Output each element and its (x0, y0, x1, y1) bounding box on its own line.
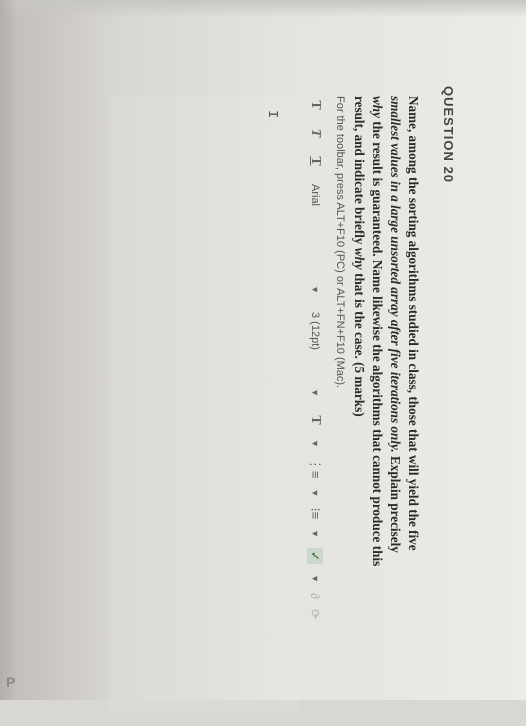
toolbar-hint: For the toolbar, press ALT+F10 (PC) or A… (334, 96, 346, 389)
p-mark: P (6, 674, 16, 690)
chevron-down-icon: ▼ (310, 439, 320, 448)
chevron-down-icon: ▼ (310, 529, 320, 539)
chevron-down-icon: ▼ (310, 285, 320, 294)
italic-button[interactable]: T (307, 124, 323, 142)
question-text-part: Name, among the sorting algorithms studi… (406, 96, 421, 551)
question-pane: QUESTION 20 Name, among the sorting algo… (96, 78, 456, 718)
underline-button[interactable]: T (307, 152, 323, 170)
font-family-select[interactable]: Arial ▼ (307, 180, 323, 298)
chevron-down-icon: ▼ (310, 488, 320, 498)
question-text-part: that is the case. (5 marks) (352, 269, 367, 417)
chevron-down-icon: ▼ (310, 574, 320, 583)
text-cursor-icon: I (264, 110, 280, 119)
numbered-list-icon[interactable]: ⁝≡ (307, 507, 323, 519)
question-text-part: why (370, 96, 385, 118)
font-size-value: 3 (12pt) (309, 312, 321, 350)
question-line: result, and indicate briefly why that is… (350, 96, 368, 726)
question-text-part: why (352, 247, 367, 270)
question-line: why the result is guaranteed. Name likew… (368, 96, 386, 726)
question-text-part: the result is guaranteed. Name likewise … (370, 117, 385, 567)
text-color-button[interactable]: T (307, 411, 323, 429)
question-header: QUESTION 20 (441, 86, 456, 183)
font-family-value: Arial (309, 184, 321, 207)
link-icon[interactable]: ∂ (308, 593, 322, 599)
font-size-select[interactable]: 3 (12pt) ▼ (307, 308, 323, 401)
question-text-part: result, and indicate briefly (352, 96, 367, 248)
bold-button[interactable]: T (307, 96, 323, 114)
page-edge (0, 0, 16, 700)
question-line: Name, among the sorting algorithms studi… (404, 96, 422, 726)
answer-editor[interactable]: I (108, 96, 298, 711)
question-text: Name, among the sorting algorithms studi… (350, 96, 422, 726)
bulleted-list-icon[interactable]: ⋮≡ (307, 458, 323, 479)
chevron-down-icon: ▼ (310, 388, 320, 397)
question-text-part: Explain precisely (388, 452, 403, 553)
question-text-part: smallest values in a large unsorted arra… (388, 96, 403, 453)
spellcheck-icon[interactable]: ✓ (307, 548, 323, 565)
unlink-icon[interactable]: ⟳ (308, 609, 322, 619)
top-shadow-strip (0, 0, 526, 18)
editor-toolbar: T T T Arial ▼ 3 (12pt) ▼ T ▼ ⋮≡ ▼ ⁝≡ ▼ ✓… (302, 96, 328, 656)
question-line: smallest values in a large unsorted arra… (386, 96, 404, 726)
